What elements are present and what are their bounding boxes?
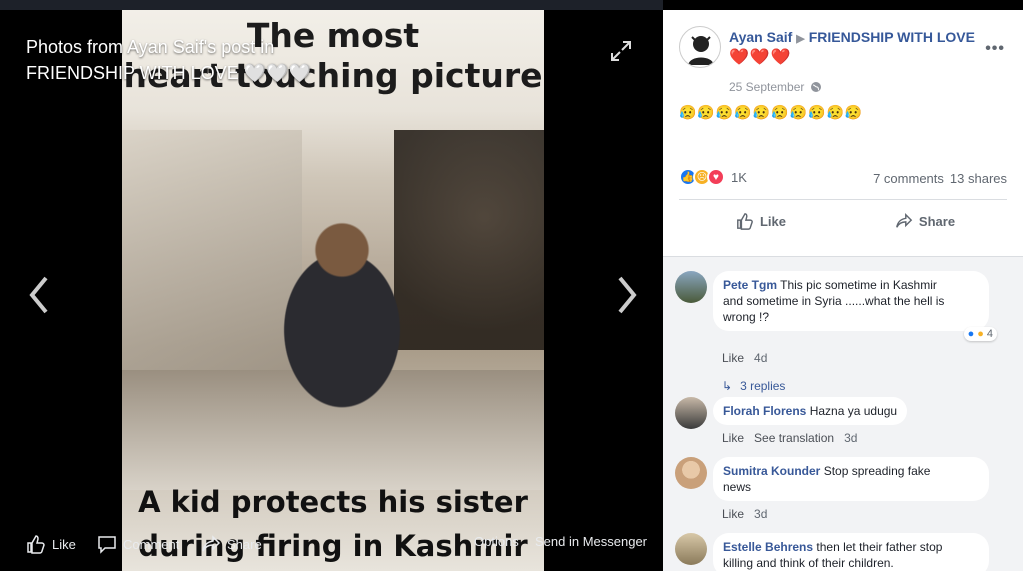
- viewer-like-button[interactable]: Like: [26, 534, 76, 554]
- expand-icon[interactable]: [610, 40, 632, 62]
- comments-list: Pete Tgm This pic sometime in Kashmir an…: [663, 256, 1023, 571]
- viewer-action-bar: Like Comment Share Options Send in Messe…: [0, 530, 663, 560]
- send-in-messenger-button[interactable]: Send in Messenger: [535, 534, 647, 549]
- post-side-panel: Ayan Saif ▶ FRIENDSHIP WITH LOVE ❤️❤️❤️ 25…: [663, 10, 1023, 571]
- commenter-name[interactable]: Sumitra Kounder: [723, 464, 820, 478]
- comment-text-line1: Hazna ya udugu: [809, 404, 898, 418]
- post-like-label: Like: [759, 213, 786, 229]
- send-in-messenger-label: Send in Messenger: [535, 534, 648, 549]
- comment-icon: [98, 536, 116, 554]
- next-photo-button[interactable]: [610, 270, 644, 320]
- comment-bubble: Pete Tgm This pic sometime in Kashmir an…: [713, 271, 989, 331]
- share-icon: [896, 212, 913, 228]
- comment-text-line2: news: [723, 480, 752, 494]
- comment-meta: Like 3d: [722, 507, 767, 521]
- comments-count[interactable]: 7 comments: [873, 171, 944, 186]
- more-options-icon[interactable]: •••: [985, 40, 1005, 58]
- post-date-line: 25 September: [729, 80, 822, 94]
- thumbs-up-icon: [737, 213, 753, 230]
- post-stats: 7 comments 13 shares: [873, 171, 1007, 186]
- viewer-comment-label: Comment: [123, 536, 180, 552]
- chevron-left-icon: [29, 276, 48, 314]
- comment-like-link[interactable]: Like: [722, 351, 744, 365]
- post-header: Ayan Saif ▶ FRIENDSHIP WITH LOVE ❤️❤️❤️ 25…: [679, 22, 1019, 94]
- comment-meta: Like 4d: [722, 351, 767, 365]
- commenter-name[interactable]: Estelle Behrens: [723, 540, 813, 554]
- see-translation-link[interactable]: See translation: [754, 431, 834, 445]
- comment-bubble: Florah Florens Hazna ya udugu: [713, 397, 908, 425]
- group-name[interactable]: FRIENDSHIP WITH LOVE: [809, 29, 975, 45]
- reply-arrow-icon: ↳: [722, 379, 733, 393]
- author-avatar[interactable]: [679, 26, 721, 68]
- photo-subject: [252, 210, 432, 410]
- comment-text-line1: This pic sometime in Kashmir: [780, 278, 937, 292]
- reaction-count: 1K: [731, 169, 747, 185]
- comment-time[interactable]: 4d: [754, 351, 767, 365]
- comment-text-line1: Stop spreading fake: [823, 464, 931, 478]
- photo-caption-bottom-line1: A kid protects his sister: [138, 485, 528, 519]
- comment-reactions[interactable]: ● ● 4: [963, 327, 997, 341]
- replies-label: 3 replies: [740, 379, 786, 393]
- viewer-comment-button[interactable]: Comment: [97, 534, 179, 554]
- commenter-avatar[interactable]: [675, 457, 707, 489]
- share-icon: [202, 535, 221, 552]
- author-name[interactable]: Ayan Saif: [729, 29, 792, 45]
- comment-meta: Like See translation 3d: [722, 431, 857, 445]
- commenter-avatar[interactable]: [675, 533, 707, 565]
- comment-time[interactable]: 3d: [754, 507, 767, 521]
- shares-count[interactable]: 13 shares: [950, 171, 1007, 186]
- viewer-like-label: Like: [52, 536, 76, 552]
- comment-text-line2: killing and think of their children.: [723, 556, 894, 570]
- post-share-label: Share: [918, 213, 956, 229]
- reaction-summary[interactable]: 👍 ☹ ♥ 1K: [679, 168, 747, 186]
- commenter-avatar[interactable]: [675, 271, 707, 303]
- divider: [679, 199, 1007, 200]
- globe-icon: [811, 82, 822, 92]
- comment-like-link[interactable]: Like: [722, 431, 744, 445]
- comment-text-line2: and sometime in Syria ......what the hel…: [723, 294, 945, 308]
- comment-like-link[interactable]: Like: [722, 507, 744, 521]
- arrow-right-icon: ▶: [796, 33, 805, 45]
- commenter-avatar[interactable]: [675, 397, 707, 429]
- post-date[interactable]: 25 September: [729, 80, 804, 94]
- comment-text-line1: then let their father stop: [816, 540, 943, 554]
- comment-bubble: Sumitra Kounder Stop spreading fake news: [713, 457, 989, 501]
- viewer-title: Photos from Ayan Saif's post in FRIENDSH…: [26, 37, 311, 83]
- love-reaction-icon: ♥: [707, 168, 725, 186]
- haha-reaction-icon: ●: [977, 328, 984, 340]
- viewer-options-button[interactable]: Options: [474, 534, 519, 549]
- author-line: Ayan Saif ▶ FRIENDSHIP WITH LOVE: [729, 28, 987, 48]
- group-hearts: ❤️❤️❤️: [729, 49, 792, 66]
- like-reaction-icon: ●: [967, 328, 975, 340]
- chevron-right-icon: [618, 276, 637, 314]
- viewer-share-label: Share: [227, 536, 262, 552]
- comment-reaction-count: 4: [986, 328, 993, 340]
- comment-time[interactable]: 3d: [844, 431, 857, 445]
- post-share-button[interactable]: Share: [843, 206, 1007, 236]
- top-bar-strip: [0, 0, 663, 10]
- photo-viewer: The most heart touching picture A kid pr…: [0, 0, 663, 571]
- view-replies-link[interactable]: ↳ 3 replies: [722, 379, 785, 393]
- previous-photo-button[interactable]: [22, 270, 56, 320]
- post-action-row: Like Share: [679, 206, 1007, 236]
- viewer-options-label: Options: [474, 534, 519, 549]
- viewer-share-button[interactable]: Share: [201, 534, 262, 554]
- thumbs-up-icon: [27, 535, 45, 554]
- commenter-name[interactable]: Florah Florens: [723, 404, 806, 418]
- post-like-button[interactable]: Like: [679, 206, 843, 236]
- commenter-name[interactable]: Pete Tgm: [723, 278, 777, 292]
- post-text: 😥😥😥😥😥😥😥😥😥😥: [679, 104, 864, 120]
- comment-text-line3: wrong !?: [723, 310, 770, 324]
- post-photo[interactable]: The most heart touching picture A kid pr…: [122, 10, 544, 571]
- comment-bubble: Estelle Behrens then let their father st…: [713, 533, 989, 571]
